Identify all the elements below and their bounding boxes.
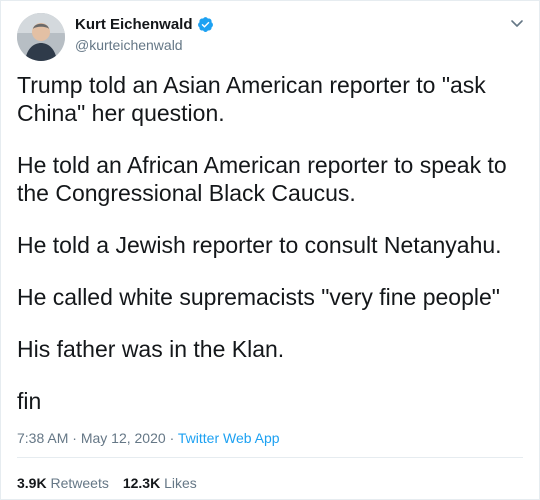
tweet-paragraph: His father was in the Klan. xyxy=(17,336,285,362)
tweet-paragraph: He called white supremacists "very fine … xyxy=(17,284,500,310)
tweet-paragraph: fin xyxy=(17,388,42,414)
author-name-row: Kurt Eichenwald xyxy=(75,16,214,33)
retweets-stat[interactable]: 3.9K Retweets xyxy=(17,475,109,491)
likes-stat[interactable]: 12.3K Likes xyxy=(123,475,197,491)
retweets-label: Retweets xyxy=(50,475,109,491)
tweet-paragraph: He told a Jewish reporter to consult Net… xyxy=(17,232,502,258)
engagement-stats: 3.9K Retweets 12.3K Likes xyxy=(17,475,197,491)
tweet-date[interactable]: May 12, 2020 xyxy=(81,430,166,446)
author-display-name[interactable]: Kurt Eichenwald xyxy=(75,16,193,33)
likes-count: 12.3K xyxy=(122,475,161,491)
meta-separator: · xyxy=(72,430,77,446)
retweets-count: 3.9K xyxy=(17,475,47,491)
verified-badge-icon xyxy=(197,16,214,33)
tweet-source-link[interactable]: Twitter Web App xyxy=(178,430,280,446)
chevron-down-icon[interactable] xyxy=(509,15,525,31)
likes-label: Likes xyxy=(164,475,197,491)
author-handle[interactable]: @kurteichenwald xyxy=(75,37,183,53)
tweet-paragraph: Trump told an Asian American reporter to… xyxy=(17,72,486,126)
tweet-text: Trump told an Asian American reporter to… xyxy=(17,71,522,439)
avatar[interactable] xyxy=(17,13,65,61)
tweet-card: Kurt Eichenwald @kurteichenwald Trump to… xyxy=(0,0,540,500)
tweet-time[interactable]: 7:38 AM xyxy=(17,430,68,446)
divider xyxy=(17,457,523,458)
tweet-paragraph: He told an African American reporter to … xyxy=(17,152,507,206)
meta-separator: · xyxy=(169,430,175,446)
tweet-metadata: 7:38 AM · May 12, 2020 · Twitter Web App xyxy=(17,430,280,446)
